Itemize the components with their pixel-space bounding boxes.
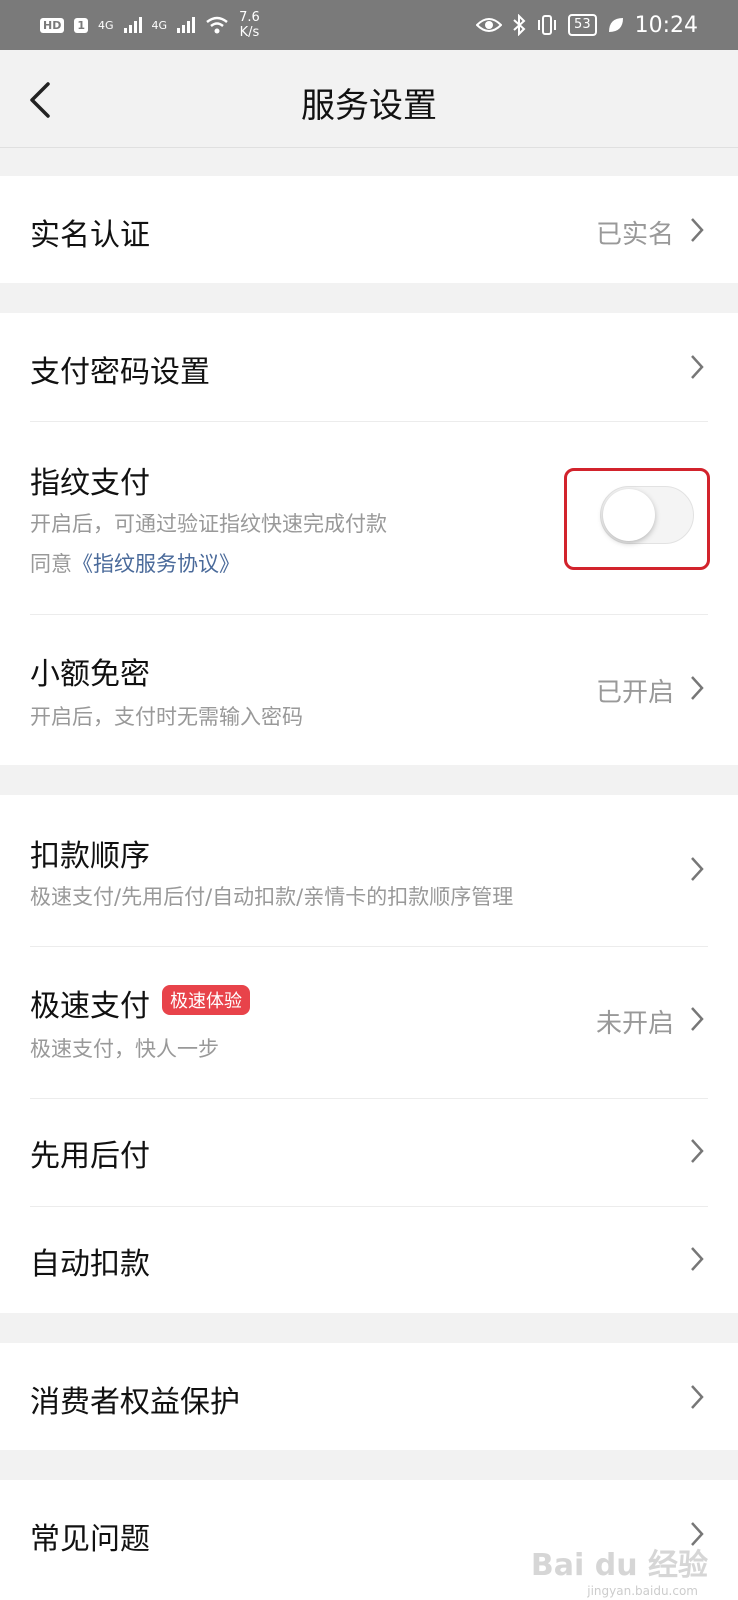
signal-icon-2 [177,17,196,33]
hd-icon: HD [40,17,65,33]
speed-value: 7.6 [239,10,260,25]
vibrate-icon [538,15,557,35]
agreement-line: 同意《指纹服务协议》 [30,548,240,578]
chevron-right-icon [691,1385,704,1409]
row-pay-later[interactable]: 先用后付 [0,1099,738,1206]
chevron-right-icon [691,857,704,881]
row-title: 常见问题 [30,1522,150,1557]
row-title: 指纹支付 [30,466,150,501]
row-title: 扣款顺序 [30,839,150,874]
page-title: 服务设置 [301,86,437,126]
row-title: 先用后付 [30,1139,150,1174]
row-subtitle: 开启后，支付时无需输入密码 [30,705,303,729]
wifi-icon [206,16,228,34]
row-subtitle: 开启后，可通过验证指纹快速完成付款 [30,512,387,536]
row-title: 消费者权益保护 [30,1385,240,1420]
signal-icon [123,17,142,33]
status-bar: HD 1 4G 4G 7.6 K/s 53 10:24 [0,0,738,50]
agreement-prefix: 同意 [30,552,72,576]
row-subtitle: 极速支付/先用后付/自动扣款/亲情卡的扣款顺序管理 [30,885,514,909]
row-title: 自动扣款 [30,1247,150,1282]
network-type-1: 4G [98,18,114,32]
row-title: 极速支付 [30,989,150,1024]
status-right: 53 10:24 [476,13,698,38]
row-deduct-order[interactable]: 扣款顺序 极速支付/先用后付/自动扣款/亲情卡的扣款顺序管理 [0,795,738,946]
navigation-header: 服务设置 [0,50,738,148]
row-value: 已开启 [595,678,674,708]
fast-pay-badge: 极速体验 [162,985,250,1015]
row-subtitle: 极速支付，快人一步 [30,1037,219,1061]
watermark-url: jingyan.baidu.com [587,1584,698,1598]
bluetooth-icon [513,14,526,36]
highlight-annotation [564,468,710,570]
chevron-right-icon [691,218,704,242]
leaf-icon [608,18,623,32]
row-real-name[interactable]: 实名认证 已实名 [0,176,738,283]
card-real-name: 实名认证 已实名 [0,176,738,283]
sim-icon: 1 [74,17,88,33]
status-left: HD 1 4G 4G 7.6 K/s [40,10,260,40]
chevron-right-icon [691,1007,704,1031]
network-speed: 7.6 K/s [239,10,260,40]
card-deduction: 扣款顺序 极速支付/先用后付/自动扣款/亲情卡的扣款顺序管理 极速支付 极速体验… [0,795,738,1313]
row-value: 未开启 [595,1009,674,1039]
battery-indicator: 53 [568,14,597,36]
chevron-right-icon [691,1139,704,1163]
row-fast-pay[interactable]: 极速支付 极速体验 极速支付，快人一步 未开启 [0,947,738,1098]
row-auto-deduct[interactable]: 自动扣款 [0,1207,738,1313]
speed-unit: K/s [239,25,260,40]
row-title: 实名认证 [30,218,150,253]
chevron-right-icon [691,676,704,700]
chevron-right-icon [691,1247,704,1271]
card-consumer-rights: 消费者权益保护 [0,1343,738,1450]
row-pay-password[interactable]: 支付密码设置 [0,313,738,421]
row-title: 小额免密 [30,657,150,692]
network-type-2: 4G [151,18,168,32]
row-title: 支付密码设置 [30,355,210,390]
row-consumer-rights[interactable]: 消费者权益保护 [0,1343,738,1450]
watermark: Bai du 经验 [530,1548,708,1583]
fingerprint-agreement-link[interactable]: 《指纹服务协议》 [72,552,240,576]
eye-icon [476,18,503,32]
row-value: 已实名 [595,220,674,250]
chevron-right-icon [691,355,704,379]
row-small-free[interactable]: 小额免密 开启后，支付时无需输入密码 已开启 [0,615,738,765]
clock: 10:24 [634,12,698,38]
